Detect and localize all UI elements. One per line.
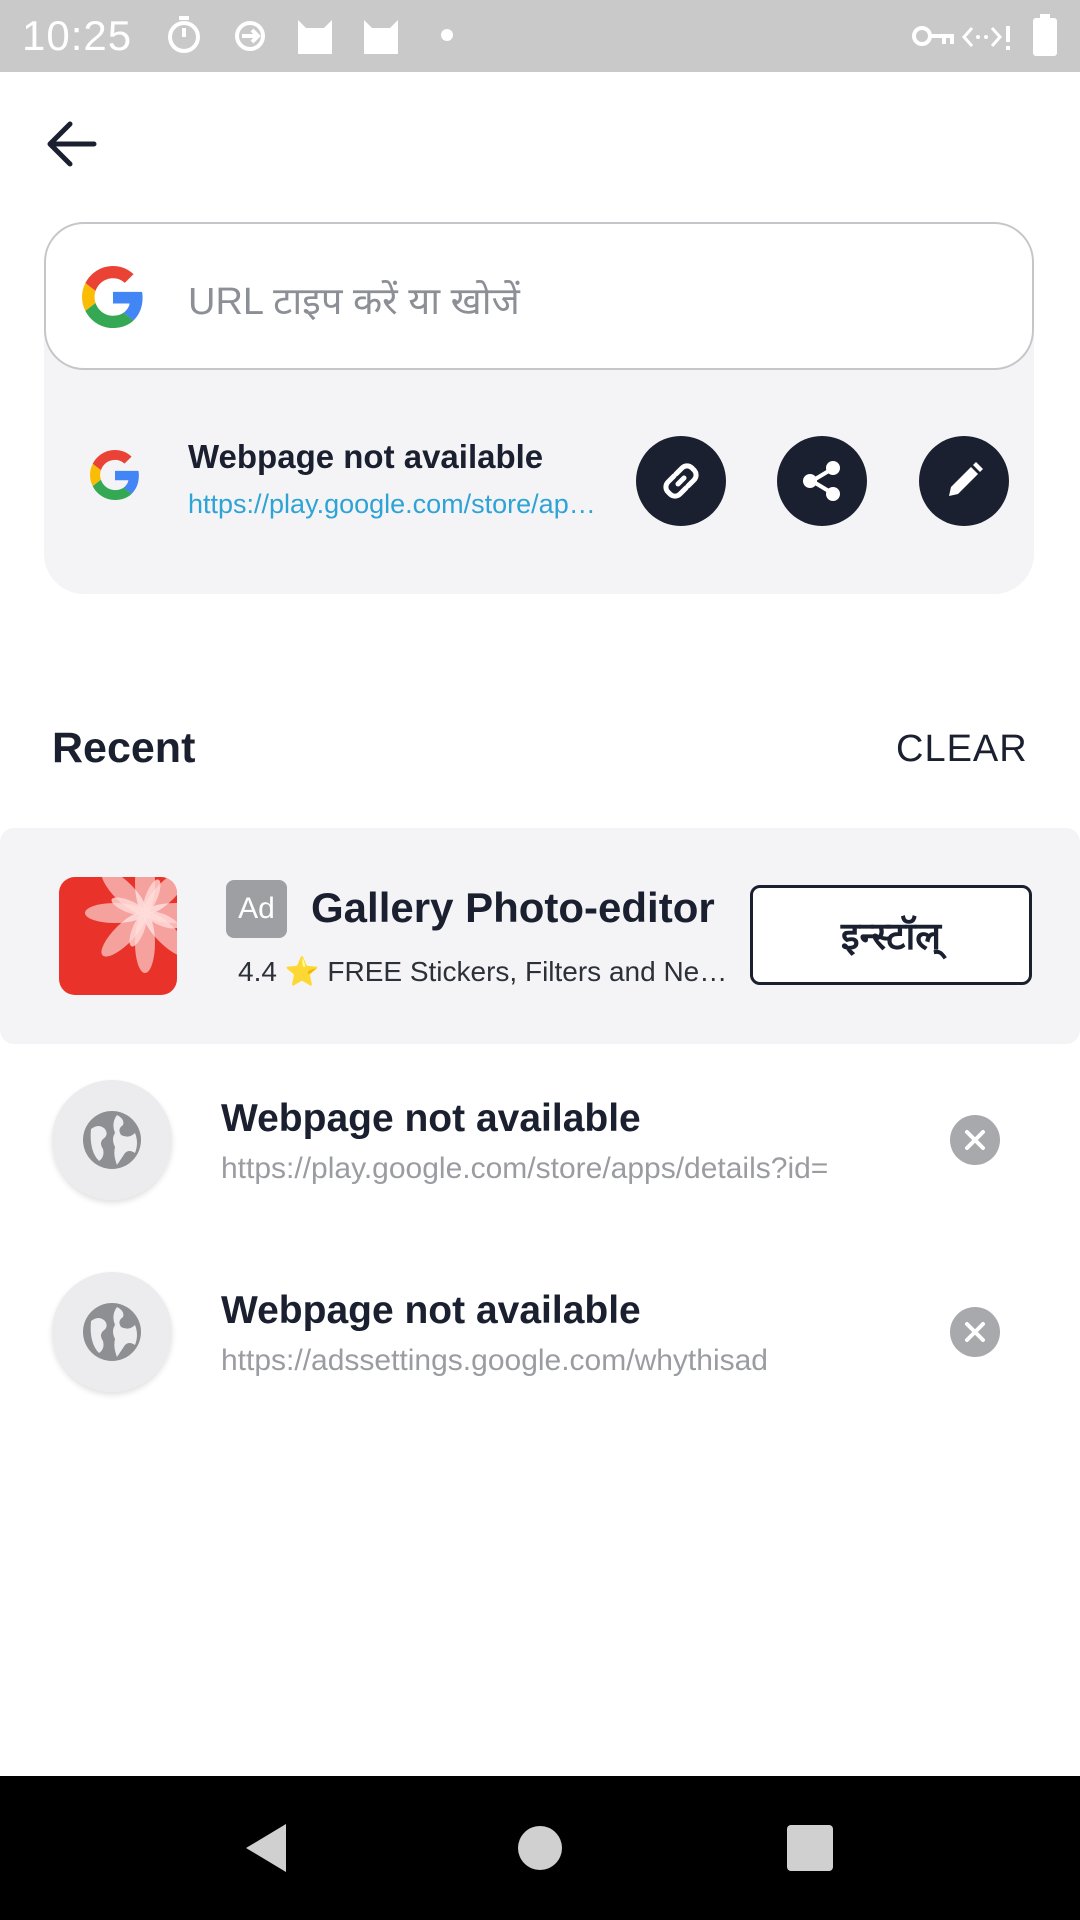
globe-icon xyxy=(52,1272,172,1392)
globe-icon xyxy=(52,1080,172,1200)
history-title: Webpage not available xyxy=(221,1097,641,1140)
edit-icon xyxy=(949,462,983,496)
cat-icon xyxy=(360,14,402,56)
status-bar: 10:25 xyxy=(0,0,1080,72)
current-page-url[interactable]: https://play.google.com/store/apps/detai… xyxy=(188,489,608,520)
ad-rating: 4.4 xyxy=(238,956,277,987)
status-time: 10:25 xyxy=(22,12,133,59)
google-logo-icon xyxy=(90,450,140,500)
history-title: Webpage not available xyxy=(221,1289,641,1332)
battery-icon xyxy=(1032,14,1058,56)
vpn-key-icon xyxy=(912,22,954,50)
current-page-title[interactable]: Webpage not available xyxy=(188,438,543,476)
ad-tagline: FREE Stickers, Filters and Neon effects xyxy=(327,956,734,987)
star-icon: ⭐ xyxy=(284,956,320,987)
ad-badge: Ad xyxy=(226,880,287,938)
close-icon xyxy=(965,1130,985,1150)
history-url: https://play.google.com/store/apps/detai… xyxy=(221,1152,829,1185)
gallery-app-icon[interactable] xyxy=(59,877,177,995)
close-icon xyxy=(965,1322,985,1342)
history-item[interactable]: Webpage not available https://adssetting… xyxy=(0,1267,1080,1457)
timer-icon xyxy=(166,14,202,54)
arrow-back-icon xyxy=(47,121,97,167)
home-circle-icon xyxy=(518,1826,562,1870)
edit-button[interactable] xyxy=(919,436,1009,526)
clear-button[interactable]: CLEAR xyxy=(896,728,1028,771)
share-icon xyxy=(803,461,840,501)
data-arrows-icon xyxy=(962,20,1014,54)
ad-title[interactable]: Gallery Photo-editor xyxy=(311,884,715,932)
recents-square-icon xyxy=(787,1825,833,1871)
history-item[interactable]: Webpage not available https://play.googl… xyxy=(0,1075,1080,1265)
cat-icon xyxy=(294,14,336,56)
sync-icon xyxy=(232,14,268,54)
nav-home-button[interactable] xyxy=(510,1820,570,1876)
recent-heading: Recent xyxy=(52,724,196,772)
ad-rating-line: 4.4 ⭐ FREE Stickers, Filters and Neon ef… xyxy=(238,955,734,988)
copy-link-button[interactable] xyxy=(636,436,726,526)
back-button[interactable] xyxy=(40,112,104,176)
install-button[interactable]: इन्स्टॉल् xyxy=(750,885,1032,985)
nav-back-button[interactable] xyxy=(238,1820,298,1876)
back-triangle-icon xyxy=(246,1824,286,1872)
remove-history-button[interactable] xyxy=(950,1307,1000,1357)
remove-history-button[interactable] xyxy=(950,1115,1000,1165)
copy-link-icon xyxy=(663,463,699,499)
google-logo-icon xyxy=(82,266,144,328)
search-placeholder[interactable]: URL टाइप करें या खोजें xyxy=(188,274,520,326)
history-url: https://adssettings.google.com/whythisad xyxy=(221,1344,768,1377)
share-button[interactable] xyxy=(777,436,867,526)
dot-icon xyxy=(440,28,454,42)
nav-recents-button[interactable] xyxy=(780,1820,840,1876)
